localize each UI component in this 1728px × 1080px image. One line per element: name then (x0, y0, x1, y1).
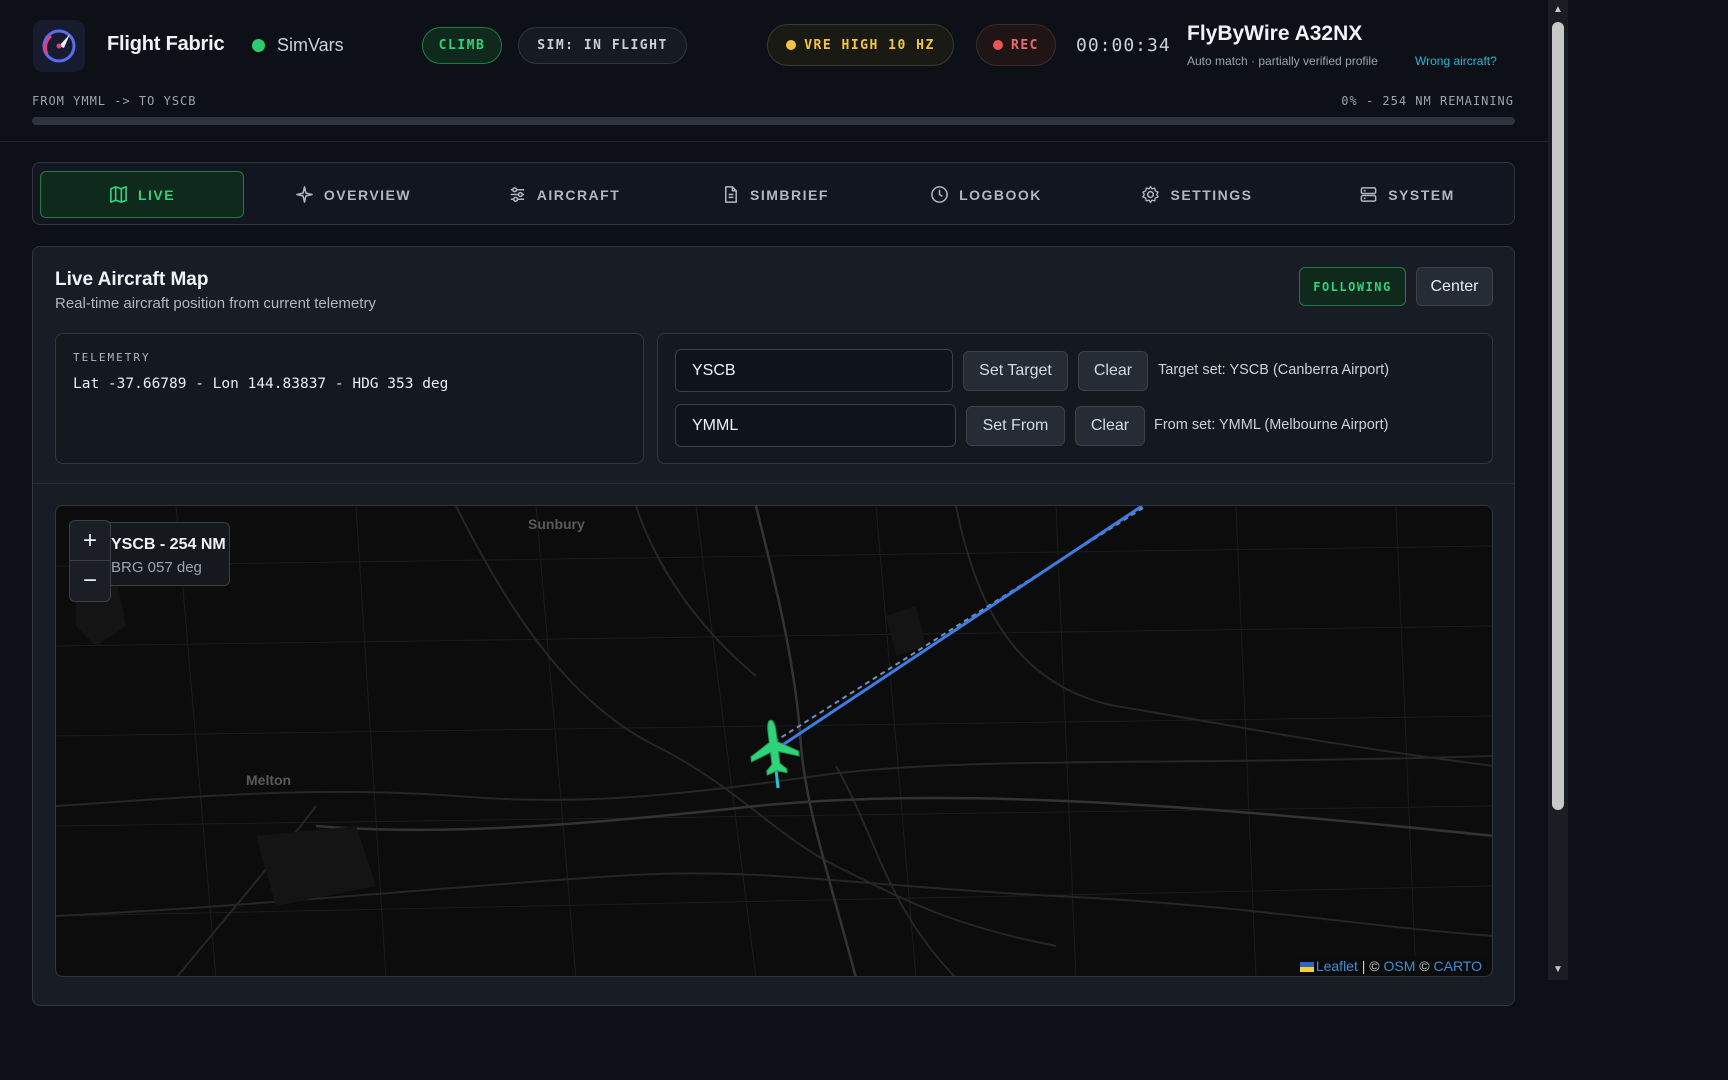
vre-rate-label: VRE HIGH 10 HZ (804, 37, 935, 53)
zoom-out-button[interactable]: − (70, 561, 110, 601)
tab-logbook-label: LOGBOOK (959, 186, 1042, 203)
panel-title: Live Aircraft Map (55, 269, 209, 290)
data-source-label: SimVars (277, 35, 344, 55)
record-button[interactable]: REC (976, 24, 1056, 66)
route-progress-bar (32, 117, 1515, 125)
map-icon (110, 186, 127, 203)
tab-simbrief-label: SIMBRIEF (750, 186, 829, 203)
tab-logbook[interactable]: LOGBOOK (884, 171, 1088, 218)
server-icon (1360, 187, 1377, 202)
attribution-sep: | © (1357, 958, 1384, 974)
vre-status-dot (786, 40, 797, 50)
from-status-text: From set: YMML (Melbourne Airport) (1154, 417, 1389, 433)
center-map-button[interactable]: Center (1416, 267, 1493, 306)
compass-logo-icon (42, 29, 76, 63)
zoom-in-button[interactable]: + (70, 521, 110, 561)
map-tiles (56, 506, 1492, 976)
place-label-melton: Melton (246, 772, 292, 788)
vre-rate-badge[interactable]: VRE HIGH 10 HZ (767, 24, 954, 66)
route-remaining: 0% - 254 NM REMAINING (1341, 94, 1514, 108)
flight-timer: 00:00:34 (1076, 35, 1171, 56)
flight-phase-badge: CLIMB (422, 27, 502, 64)
record-dot-icon (993, 40, 1003, 50)
sliders-icon (510, 187, 524, 202)
scrollbar-thumb[interactable] (1552, 22, 1564, 810)
tab-system-label: SYSTEM (1388, 186, 1455, 203)
route-from-to: FROM YMML -> TO YSCB (32, 94, 197, 108)
panel-subtitle: Real-time aircraft position from current… (55, 295, 376, 312)
panel-divider (33, 483, 1514, 484)
tab-aircraft-label: AIRCRAFT (536, 186, 621, 203)
tab-simbrief[interactable]: SIMBRIEF (673, 171, 877, 218)
osm-link[interactable]: OSM (1384, 958, 1416, 974)
target-status-text: Target set: YSCB (Canberra Airport) (1158, 362, 1390, 378)
route-endpoints-card: YSCB Set Target Clear Target set: YSCB (… (657, 333, 1493, 464)
target-bearing: BRG 057 deg (111, 559, 202, 576)
attribution-sep2: © (1415, 958, 1434, 974)
record-label: REC (1011, 37, 1039, 53)
telemetry-label: TELEMETRY (73, 351, 151, 364)
app-header: Flight Fabric SimVars CLIMB SIM: IN FLIG… (0, 0, 1548, 142)
aircraft-match-status: Auto match · partially verified profile (1187, 54, 1378, 68)
place-label-sunbury: Sunbury (528, 516, 585, 532)
tab-live-label: LIVE (137, 186, 176, 203)
telemetry-value: Lat -37.66789 - Lon 144.83837 - HDG 353 … (73, 376, 449, 392)
set-from-button[interactable]: Set From (966, 406, 1065, 446)
tab-system[interactable]: SYSTEM (1305, 171, 1509, 218)
leaflet-link[interactable]: Leaflet (1316, 958, 1358, 974)
tab-overview-label: OVERVIEW (323, 186, 412, 203)
from-airport-input[interactable]: YMML (675, 404, 956, 447)
main-tabs: LIVE OVERVIEW AIRCRAFT SIMBRIEF LOGBOOK … (32, 162, 1515, 225)
clear-from-button[interactable]: Clear (1075, 406, 1145, 446)
tab-live[interactable]: LIVE (40, 171, 244, 218)
following-toggle-button[interactable]: FOLLOWING (1299, 267, 1406, 306)
app-title: Flight Fabric (107, 33, 225, 55)
target-distance: YSCB - 254 NM (111, 536, 226, 553)
clock-icon (931, 186, 948, 203)
sim-status-badge: SIM: IN FLIGHT (518, 27, 687, 64)
telemetry-card: TELEMETRY Lat -37.66789 - Lon 144.83837 … (55, 333, 644, 464)
gear-icon (1142, 185, 1160, 204)
document-icon (725, 186, 738, 203)
connection-status-dot (252, 39, 265, 52)
set-target-button[interactable]: Set Target (963, 351, 1068, 391)
aircraft-name: FlyByWire A32NX (1187, 22, 1363, 45)
scroll-up-arrow-icon[interactable]: ▲ (1552, 4, 1564, 16)
tab-settings-label: SETTINGS (1170, 186, 1253, 203)
tab-overview[interactable]: OVERVIEW (251, 171, 455, 218)
tab-settings[interactable]: SETTINGS (1095, 171, 1299, 218)
sparkle-plane-icon (296, 186, 313, 203)
target-airport-input[interactable]: YSCB (675, 349, 953, 392)
app-logo (33, 20, 85, 72)
carto-link[interactable]: CARTO (1434, 958, 1483, 974)
tab-aircraft[interactable]: AIRCRAFT (462, 171, 666, 218)
map-attribution: Leaflet | © OSM © CARTO (1295, 956, 1486, 976)
wrong-aircraft-link[interactable]: Wrong aircraft? (1415, 54, 1497, 68)
target-bearing-line (777, 506, 1143, 750)
live-map[interactable]: Sunbury Melton YSCB - 254 NM BRG 057 deg… (55, 505, 1493, 977)
zoom-control: + − (69, 520, 111, 602)
ukraine-flag-icon (1299, 962, 1314, 973)
scroll-down-arrow-icon[interactable]: ▼ (1552, 964, 1564, 976)
live-map-panel: Live Aircraft Map Real-time aircraft pos… (32, 246, 1515, 1006)
clear-target-button[interactable]: Clear (1078, 351, 1148, 391)
